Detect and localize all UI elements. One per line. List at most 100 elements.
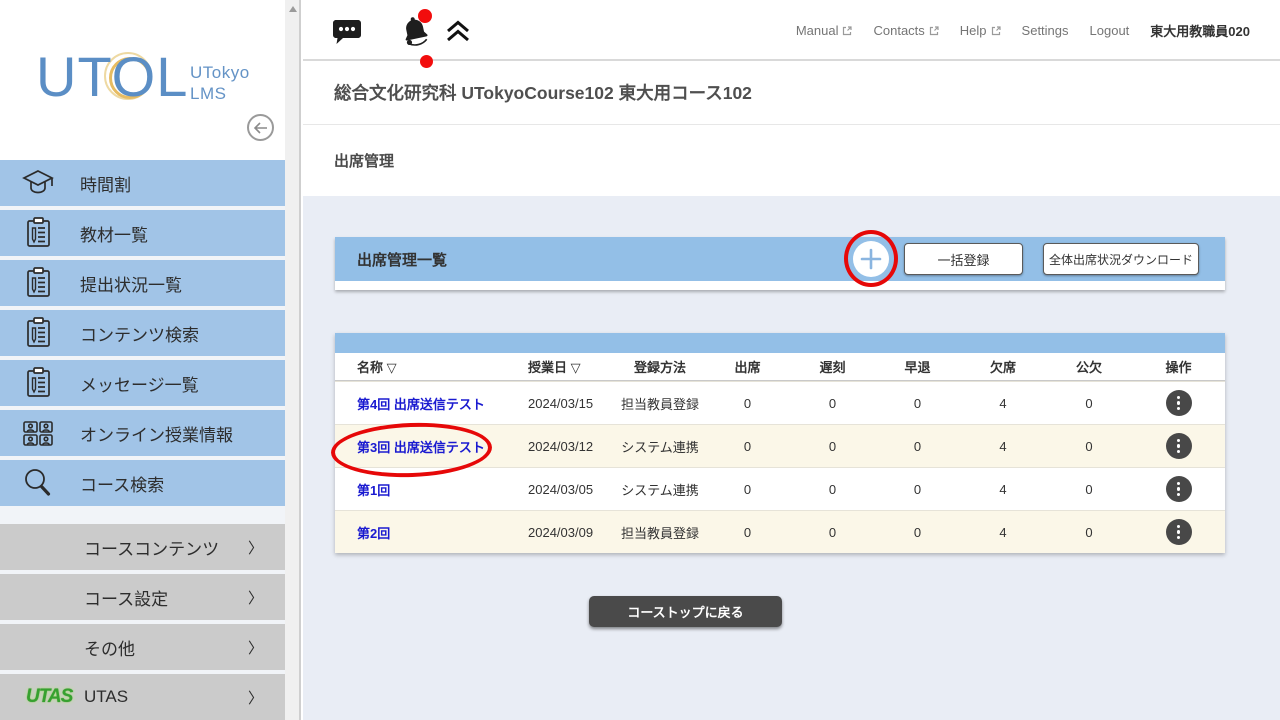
sidebar-item-content-search[interactable]: コンテンツ検索 — [0, 310, 285, 356]
sidebar-item-label: 教材一覧 — [80, 221, 148, 246]
row-actions-kebab-button[interactable] — [1166, 390, 1192, 416]
bulk-register-button[interactable]: 一括登録 — [904, 243, 1023, 275]
table-row: 第2回 2024/03/09 担当教員登録 0 0 0 4 0 — [335, 510, 1225, 553]
attend-count: 0 — [705, 439, 790, 454]
sidebar-item-utas[interactable]: UTAS UTAS 〉 — [0, 674, 285, 720]
chevron-right-icon: 〉 — [248, 587, 263, 608]
sidebar-item-timetable[interactable]: 時間割 — [0, 160, 285, 206]
column-header-method: 登録方法 — [615, 357, 705, 376]
late-count: 0 — [790, 396, 875, 411]
logout-link[interactable]: Logout — [1090, 23, 1130, 38]
early-leave-count: 0 — [875, 439, 960, 454]
sidebar-section-menu: コースコンテンツ 〉 コース設定 〉 その他 〉 UTAS UTAS 〉 — [0, 524, 285, 720]
row-actions-kebab-button[interactable] — [1166, 476, 1192, 502]
external-link-icon — [929, 26, 939, 36]
column-header-name[interactable]: 名称 ▽ — [335, 357, 505, 376]
column-header-attend: 出席 — [705, 357, 790, 376]
course-title-bar: 総合文化研究科 UTokyoCourse102 東大用コース102 — [303, 61, 1280, 125]
class-date: 2024/03/12 — [505, 439, 615, 454]
sidebar-item-course-contents[interactable]: コースコンテンツ 〉 — [0, 524, 285, 570]
notification-bell-icon[interactable] — [398, 13, 432, 52]
section-title: 出席管理 — [334, 150, 394, 171]
attendance-record-link[interactable]: 第1回 — [357, 483, 390, 498]
clipboard-icon — [20, 265, 56, 301]
sidebar-item-label: 時間割 — [80, 171, 131, 196]
sidebar-item-messages[interactable]: メッセージ一覧 — [0, 360, 285, 406]
late-count: 0 — [790, 482, 875, 497]
chevron-right-icon: 〉 — [248, 687, 263, 708]
graduation-cap-icon — [20, 165, 56, 201]
section-title-bar: 出席管理 — [303, 125, 1280, 196]
utol-lms-app: UTOL UTokyo LMS 時間割 — [0, 0, 1280, 720]
sidebar-item-materials[interactable]: 教材一覧 — [0, 210, 285, 256]
class-date: 2024/03/05 — [505, 482, 615, 497]
message-icon[interactable] — [332, 19, 362, 51]
chevron-right-icon: 〉 — [248, 637, 263, 658]
logo-subtitle: UTokyo LMS — [190, 62, 250, 104]
scroll-up-icon[interactable] — [289, 6, 297, 12]
column-header-date[interactable]: 授業日 ▽ — [505, 357, 615, 376]
table-row: 第3回 出席送信テスト 2024/03/12 システム連携 0 0 0 4 0 — [335, 424, 1225, 467]
attendance-record-link[interactable]: 第2回 — [357, 526, 390, 541]
contacts-link[interactable]: Contacts — [873, 23, 938, 38]
official-absent-count: 0 — [1046, 525, 1132, 540]
late-count: 0 — [790, 525, 875, 540]
topbar-links: Manual Contacts Help — [796, 0, 1250, 61]
official-absent-count: 0 — [1046, 439, 1132, 454]
sidebar-scrollbar[interactable] — [285, 0, 301, 720]
external-link-icon — [991, 26, 1001, 36]
absent-count: 4 — [960, 525, 1046, 540]
course-title: 総合文化研究科 UTokyoCourse102 東大用コース102 — [334, 80, 752, 105]
utas-logo-icon: UTAS — [26, 686, 72, 708]
class-date: 2024/03/15 — [505, 396, 615, 411]
sidebar-item-course-search[interactable]: コース検索 — [0, 460, 285, 506]
registration-method: 担当教員登録 — [615, 394, 705, 413]
attendance-panel-header: 出席管理一覧 一括登録 全体出席状況ダウンロード — [335, 237, 1225, 290]
plus-icon — [860, 248, 882, 270]
registration-method: システム連携 — [615, 480, 705, 499]
sidebar-item-label: メッセージ一覧 — [80, 371, 199, 396]
registration-method: 担当教員登録 — [615, 523, 705, 542]
sidebar-item-others[interactable]: その他 〉 — [0, 624, 285, 670]
table-row: 第1回 2024/03/05 システム連携 0 0 0 4 0 — [335, 467, 1225, 510]
add-attendance-button[interactable] — [853, 241, 889, 277]
sidebar-item-submission-status[interactable]: 提出状況一覧 — [0, 260, 285, 306]
panel-footer-strip — [335, 281, 1225, 290]
absent-count: 4 — [960, 396, 1046, 411]
attendance-record-link[interactable]: 第4回 出席送信テスト — [357, 397, 485, 412]
external-link-icon — [842, 26, 852, 36]
sidebar-collapse-button[interactable] — [247, 114, 274, 141]
attendance-record-link[interactable]: 第3回 出席送信テスト — [357, 440, 485, 455]
table-row: 第4回 出席送信テスト 2024/03/15 担当教員登録 0 0 0 4 0 — [335, 381, 1225, 424]
table-top-strip — [335, 333, 1225, 353]
sidebar-item-online-class-info[interactable]: オンライン授業情報 — [0, 410, 285, 456]
official-absent-count: 0 — [1046, 396, 1132, 411]
early-leave-count: 0 — [875, 396, 960, 411]
help-link[interactable]: Help — [960, 23, 1001, 38]
column-header-early: 早退 — [875, 357, 960, 376]
main-area: Manual Contacts Help — [303, 0, 1280, 720]
sidebar-item-label: オンライン授業情報 — [80, 421, 233, 446]
table-header-row: 名称 ▽ 授業日 ▽ 登録方法 出席 遅刻 早退 欠席 公欠 操作 — [335, 353, 1225, 381]
absent-count: 4 — [960, 482, 1046, 497]
row-actions-kebab-button[interactable] — [1166, 519, 1192, 545]
clipboard-icon — [20, 365, 56, 401]
attend-count: 0 — [705, 525, 790, 540]
manual-link[interactable]: Manual — [796, 23, 853, 38]
topbar: Manual Contacts Help — [303, 0, 1280, 61]
early-leave-count: 0 — [875, 482, 960, 497]
download-attendance-button[interactable]: 全体出席状況ダウンロード — [1043, 243, 1199, 275]
early-leave-count: 0 — [875, 525, 960, 540]
sidebar-menu: 時間割 教材一覧 — [0, 160, 285, 506]
user-name: 東大用教職員020 — [1150, 21, 1250, 40]
row-actions-kebab-button[interactable] — [1166, 433, 1192, 459]
collapse-up-icon[interactable] — [445, 19, 471, 49]
sidebar-section-gap — [0, 510, 285, 524]
registration-method: システム連携 — [615, 437, 705, 456]
panel-title-bar: 出席管理一覧 一括登録 全体出席状況ダウンロード — [335, 237, 1225, 281]
sidebar-item-course-settings[interactable]: コース設定 〉 — [0, 574, 285, 620]
back-to-course-top-button[interactable]: コーストップに戻る — [589, 596, 782, 627]
arrow-left-icon — [253, 122, 268, 134]
settings-link[interactable]: Settings — [1022, 23, 1069, 38]
class-date: 2024/03/09 — [505, 525, 615, 540]
